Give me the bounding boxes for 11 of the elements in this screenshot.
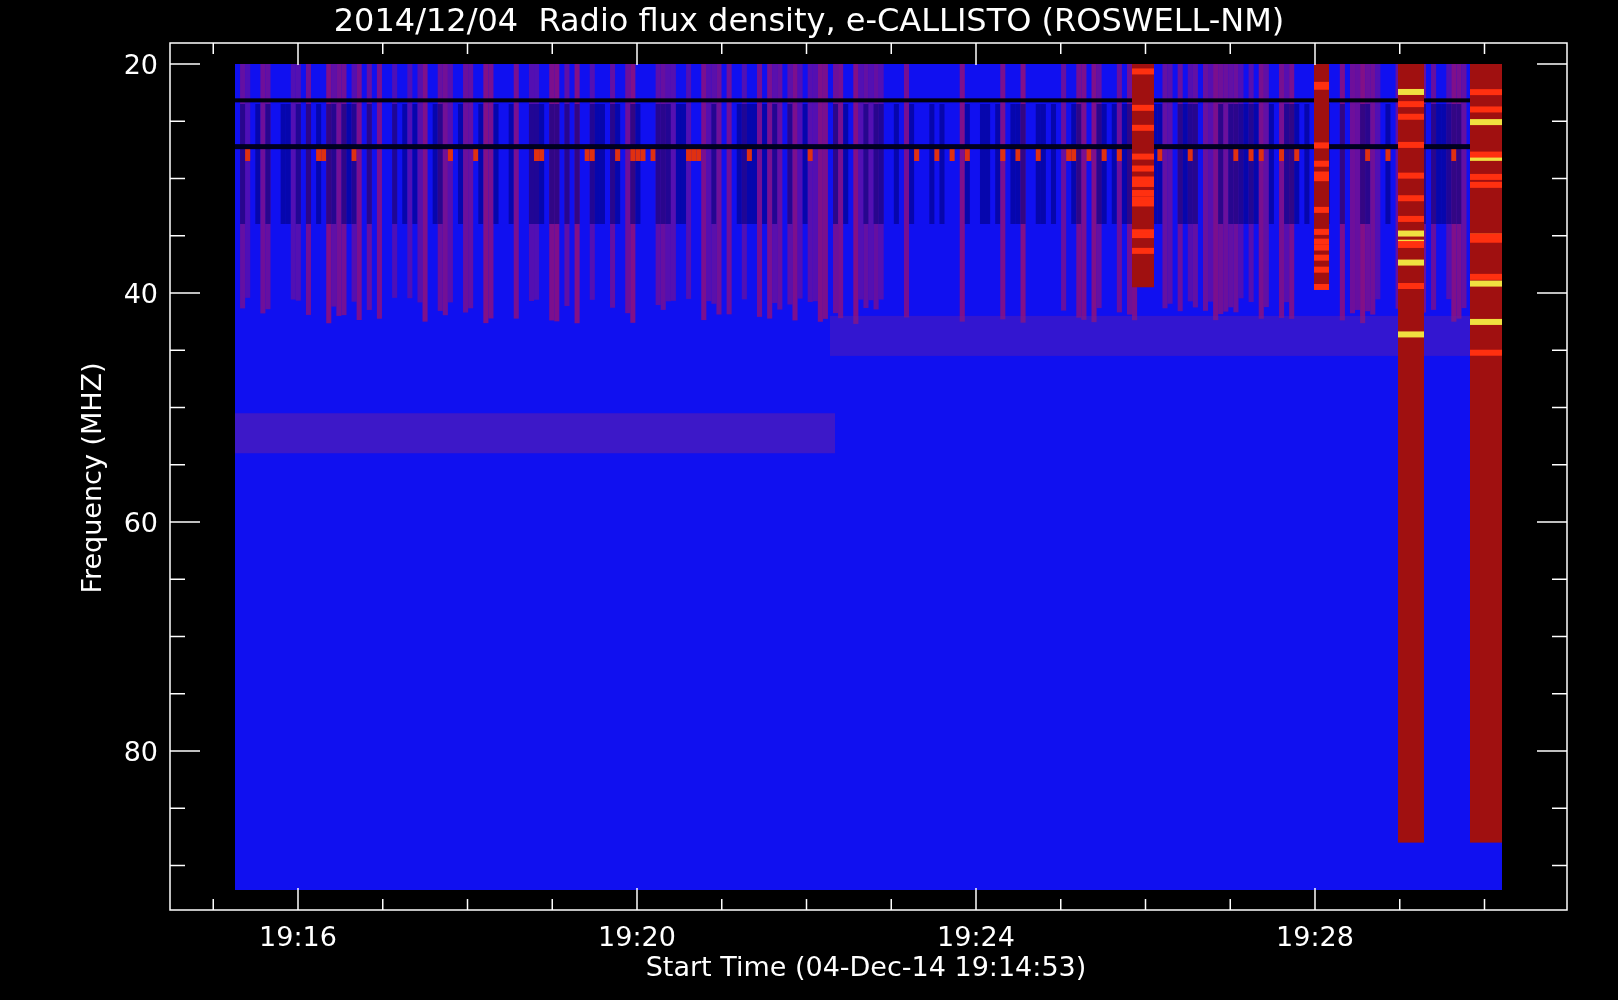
y-tick-label: 20 [123, 49, 158, 80]
y-tick-label: 60 [123, 507, 158, 538]
x-axis-label: Start Time (04-Dec-14 19:14:53) [645, 951, 1087, 982]
x-tick-label: 19:24 [937, 921, 1015, 952]
y-axis-label: Frequency (MHZ) [76, 362, 107, 594]
y-tick-label: 40 [123, 278, 158, 309]
x-tick-label: 19:20 [598, 921, 676, 952]
y-tick-label: 80 [123, 736, 158, 767]
x-tick-label: 19:16 [259, 921, 337, 952]
chart-title: 2014/12/04 Radio flux density, e-CALLISTO (ROSWELL-NM) [333, 1, 1285, 39]
x-tick-label: 19:28 [1276, 921, 1354, 952]
